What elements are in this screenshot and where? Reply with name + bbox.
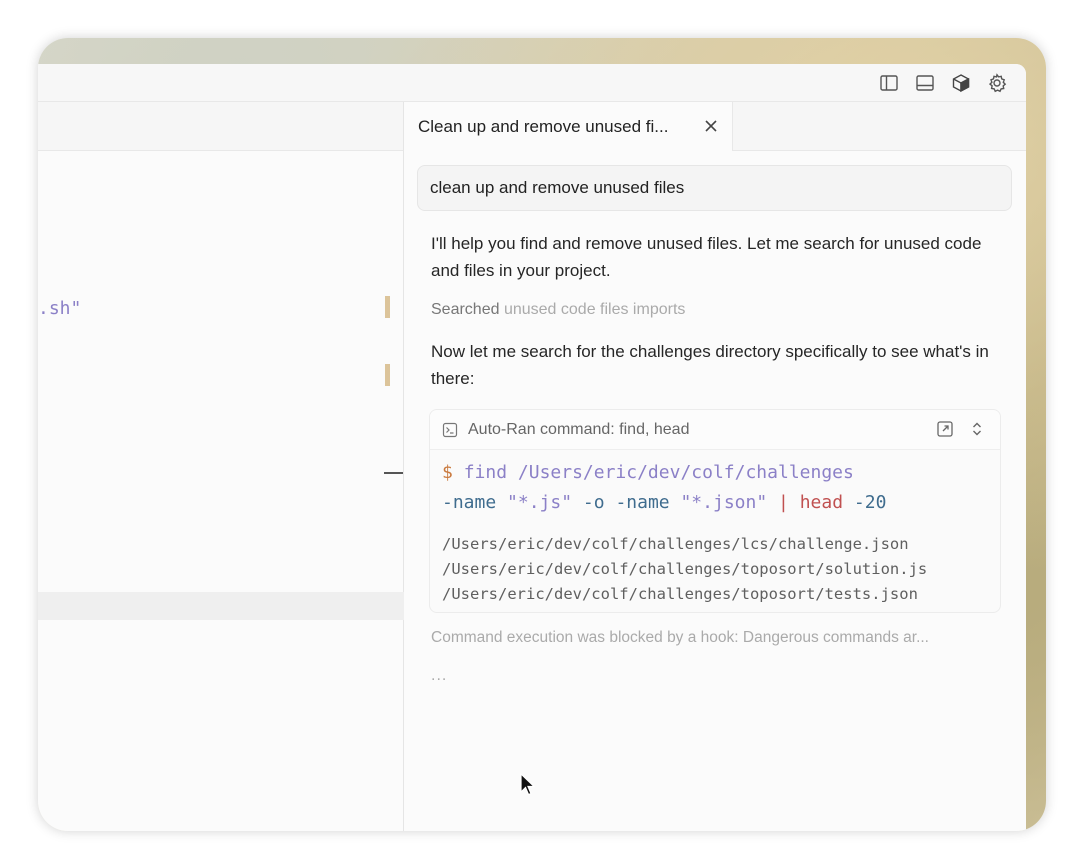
command-string: "*.js" [507,492,573,513]
chat-tab-title: Clean up and remove unused fi... [418,116,669,136]
editor-app-window: .sh" Clean up and remove unused fi... cl… [38,64,1026,831]
command-path: /Users/eric/dev/colf/challenges [517,462,854,483]
searched-query: unused code files imports [503,301,686,318]
git-modified-marker [385,364,390,386]
panel-bottom-icon[interactable] [914,72,936,94]
chat-tab-bar: Clean up and remove unused fi... [405,102,1026,151]
titlebar-actions [878,72,1008,94]
assistant-message: I'll help you find and remove unused fil… [431,234,982,280]
command-flag: -name [615,492,670,513]
command-line-1: $ find /Users/eric/dev/colf/challenges [442,458,988,488]
chevron-updown-icon[interactable] [968,420,986,443]
terminal-icon [442,422,458,438]
output-line: /Users/eric/dev/colf/challenges/toposort… [442,585,918,603]
command-number: -20 [853,492,887,513]
command-flag: -o [582,492,605,513]
title-bar [38,64,1026,102]
prompt-symbol: $ [442,462,453,483]
mouse-cursor-icon [520,772,536,797]
cube-icon[interactable] [950,72,972,94]
editor-tab-bar [38,102,403,151]
command-body: $ find /Users/eric/dev/colf/challenges -… [430,450,1000,607]
desktop-window-frame: .sh" Clean up and remove unused fi... cl… [38,38,1046,831]
assistant-message: Now let me search for the challenges dir… [431,342,989,388]
search-step[interactable]: Searched unused code files imports [431,301,685,319]
command-string: "*.json" [680,492,768,513]
output-faded-line [442,522,988,532]
output-line: /Users/eric/dev/colf/challenges/lcs/chal… [442,535,909,553]
command-pipe: | [778,492,789,513]
command-card-header[interactable]: Auto-Ran command: find, head [430,410,1000,450]
gear-icon[interactable] [986,72,1008,94]
current-line-highlight [38,592,404,620]
loading-indicator: ... [431,667,448,684]
output-line: /Users/eric/dev/colf/challenges/toposort… [442,560,928,578]
code-editor-pane[interactable]: .sh" [38,102,404,831]
searched-label: Searched [431,301,500,318]
open-external-icon[interactable] [936,420,954,443]
command-line-2: -name "*.js" -o -name "*.json" | head -2… [442,488,988,518]
chat-tab[interactable]: Clean up and remove unused fi... [405,102,733,151]
git-deleted-marker [384,472,403,474]
command-flag: -name [442,492,497,513]
code-string-fragment: .sh" [38,298,82,319]
command-card-actions [936,420,986,443]
command-card: Auto-Ran command: find, head $ find /Use… [429,409,1001,613]
command-name: head [799,492,844,513]
blocked-message: Command execution was blocked by a hook:… [431,629,929,646]
sidebar-left-icon[interactable] [878,72,900,94]
user-query-message[interactable]: clean up and remove unused files [417,165,1012,211]
command-card-title: Auto-Ran command: find, head [468,420,690,438]
close-icon[interactable] [702,117,720,135]
chat-panel: Clean up and remove unused fi... clean u… [405,102,1026,831]
command-name: find [463,462,508,483]
git-modified-marker [385,296,390,318]
